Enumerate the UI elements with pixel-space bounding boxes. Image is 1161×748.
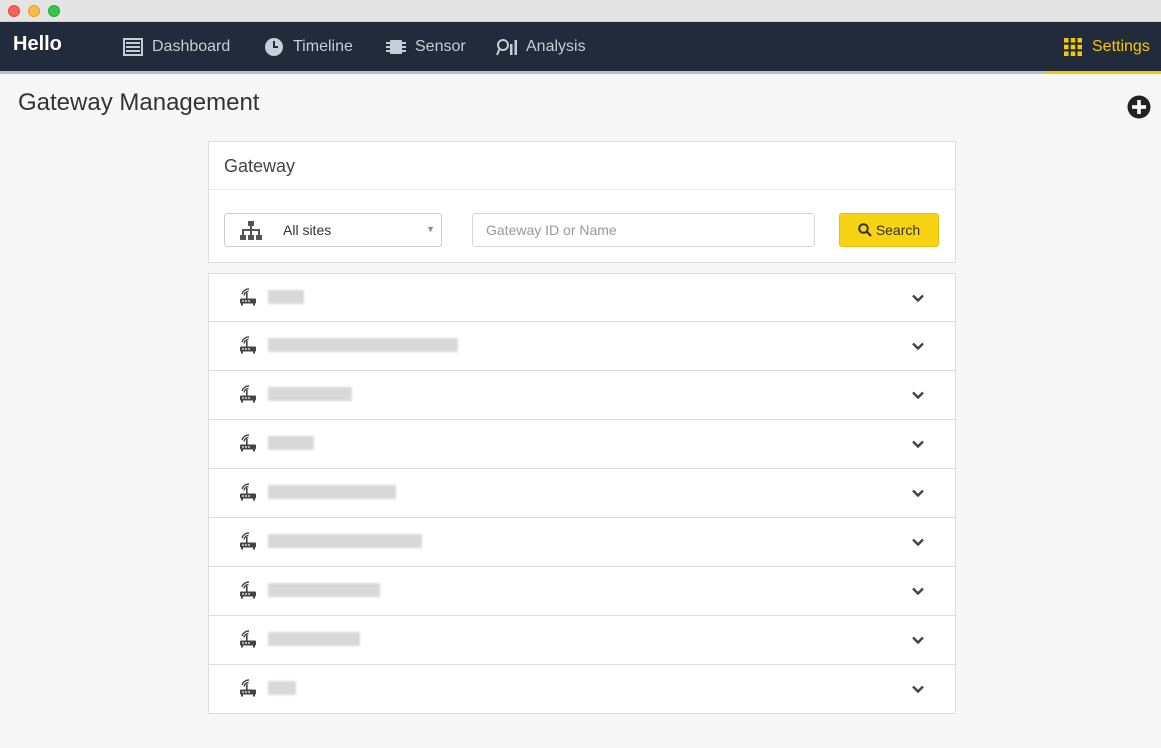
gateway-name <box>268 632 360 646</box>
page-title: Gateway Management <box>18 89 260 116</box>
dropdown-caret-icon: ▼ <box>426 224 435 234</box>
router-icon <box>239 630 257 648</box>
chevron-down-icon[interactable] <box>911 437 925 451</box>
nav-label: Sensor <box>415 37 466 55</box>
nav-label: Settings <box>1092 37 1150 55</box>
gateway-filter-panel: Gateway All sites ▼ Search <box>208 141 956 263</box>
gateway-row[interactable] <box>208 567 956 616</box>
gateway-name <box>268 583 380 597</box>
site-select[interactable]: All sites ▼ <box>224 213 442 247</box>
dashboard-icon <box>122 36 144 58</box>
zoom-window-button[interactable] <box>48 5 60 17</box>
chip-icon <box>385 36 407 58</box>
nav-label: Dashboard <box>152 37 231 55</box>
gateway-row[interactable] <box>208 665 956 714</box>
gateway-name <box>268 338 458 352</box>
search-icon <box>858 223 872 237</box>
router-icon <box>239 483 257 501</box>
router-icon <box>239 532 257 550</box>
chevron-down-icon[interactable] <box>911 535 925 549</box>
gateway-row[interactable] <box>208 273 956 322</box>
analysis-icon <box>496 36 518 58</box>
nav-item-timeline[interactable]: Timeline <box>263 22 353 71</box>
panel-title: Gateway <box>209 142 955 190</box>
gateway-row[interactable] <box>208 322 956 371</box>
chevron-down-icon[interactable] <box>911 486 925 500</box>
gateway-list <box>208 273 956 714</box>
gateway-name <box>268 485 396 499</box>
router-icon <box>239 385 257 403</box>
grid-icon <box>1062 36 1084 58</box>
chevron-down-icon[interactable] <box>911 584 925 598</box>
close-window-button[interactable] <box>8 5 20 17</box>
chevron-down-icon[interactable] <box>911 339 925 353</box>
router-icon <box>239 679 257 697</box>
top-navbar: Hello Dashboard Timeline Sensor Analysis… <box>0 22 1161 74</box>
chevron-down-icon[interactable] <box>911 388 925 402</box>
gateway-name <box>268 290 304 304</box>
gateway-row[interactable] <box>208 420 956 469</box>
nav-item-settings[interactable]: Settings <box>1046 22 1161 74</box>
search-button-label: Search <box>875 222 921 238</box>
gateway-row[interactable] <box>208 518 956 567</box>
nav-item-dashboard[interactable]: Dashboard <box>122 22 230 71</box>
gateway-name <box>268 534 422 548</box>
router-icon <box>239 434 257 452</box>
search-button[interactable]: Search <box>839 213 939 247</box>
minimize-window-button[interactable] <box>28 5 40 17</box>
chevron-down-icon[interactable] <box>911 633 925 647</box>
window-titlebar <box>0 0 1161 22</box>
plus-circle-icon <box>1127 95 1151 119</box>
clock-icon <box>263 36 285 58</box>
sitemap-icon <box>239 221 263 241</box>
nav-label: Analysis <box>526 37 586 55</box>
nav-item-sensor[interactable]: Sensor <box>385 22 466 71</box>
chevron-down-icon[interactable] <box>911 682 925 696</box>
brand-logo[interactable]: Hello <box>13 33 62 56</box>
router-icon <box>239 288 257 306</box>
gateway-name <box>268 681 296 695</box>
gateway-search-input[interactable] <box>472 213 815 247</box>
nav-label: Timeline <box>293 37 353 55</box>
gateway-row[interactable] <box>208 469 956 518</box>
add-gateway-button[interactable] <box>1127 95 1151 119</box>
router-icon <box>239 581 257 599</box>
gateway-name <box>268 387 352 401</box>
gateway-row[interactable] <box>208 616 956 665</box>
nav-item-analysis[interactable]: Analysis <box>496 22 586 71</box>
chevron-down-icon[interactable] <box>911 291 925 305</box>
site-select-value: All sites <box>283 222 332 238</box>
gateway-row[interactable] <box>208 371 956 420</box>
gateway-name <box>268 436 314 450</box>
router-icon <box>239 336 257 354</box>
